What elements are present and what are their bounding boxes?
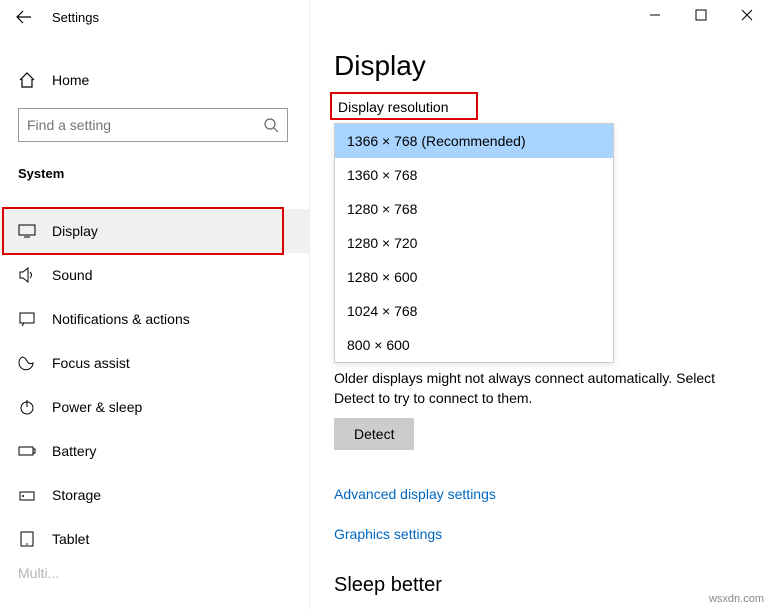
close-icon xyxy=(741,9,753,21)
sidebar-item-label: Sound xyxy=(52,267,92,283)
resolution-option[interactable]: 1366 × 768 (Recommended) xyxy=(335,124,613,158)
sidebar-item-storage[interactable]: Storage xyxy=(0,473,310,517)
sidebar-item-truncated: Multi... xyxy=(0,561,310,585)
sidebar-item-label: Focus assist xyxy=(52,355,130,371)
group-header-system: System xyxy=(0,160,310,191)
search-field[interactable] xyxy=(27,117,263,133)
sidebar-item-focus-assist[interactable]: Focus assist xyxy=(0,341,310,385)
sidebar-item-power-sleep[interactable]: Power & sleep xyxy=(0,385,310,429)
resolution-option[interactable]: 800 × 600 xyxy=(335,328,613,362)
notifications-icon xyxy=(18,310,36,328)
window-title: Settings xyxy=(48,10,99,25)
home-icon xyxy=(18,71,36,89)
sleep-better-heading: Sleep better xyxy=(334,574,746,597)
sidebar-item-notifications[interactable]: Notifications & actions xyxy=(0,297,310,341)
sidebar-item-label: Notifications & actions xyxy=(52,311,190,327)
battery-icon xyxy=(18,442,36,460)
minimize-icon xyxy=(649,9,661,21)
home-button[interactable]: Home xyxy=(0,60,310,100)
main-content: Display Display resolution 1366 × 768 (R… xyxy=(310,34,770,609)
page-title: Display xyxy=(334,50,746,82)
sidebar-item-label: Tablet xyxy=(52,531,89,547)
resolution-label: Display resolution xyxy=(334,96,453,118)
minimize-button[interactable] xyxy=(632,0,678,30)
tablet-icon xyxy=(18,530,36,548)
sidebar-item-tablet[interactable]: Tablet xyxy=(0,517,310,561)
resolution-dropdown[interactable]: 1366 × 768 (Recommended) 1360 × 768 1280… xyxy=(334,123,614,363)
search-input[interactable] xyxy=(18,108,288,142)
graphics-settings-link[interactable]: Graphics settings xyxy=(334,526,442,542)
sidebar-item-display[interactable]: Display xyxy=(0,209,310,253)
back-button[interactable] xyxy=(0,0,48,34)
close-button[interactable] xyxy=(724,0,770,30)
sound-icon xyxy=(18,266,36,284)
power-icon xyxy=(18,398,36,416)
maximize-button[interactable] xyxy=(678,0,724,30)
resolution-option[interactable]: 1280 × 600 xyxy=(335,260,613,294)
arrow-left-icon xyxy=(16,9,32,25)
resolution-option[interactable]: 1280 × 720 xyxy=(335,226,613,260)
maximize-icon xyxy=(695,9,707,21)
resolution-option[interactable]: 1024 × 768 xyxy=(335,294,613,328)
watermark: wsxdn.com xyxy=(709,593,764,605)
search-icon xyxy=(263,117,279,133)
focus-assist-icon xyxy=(18,354,36,372)
resolution-option[interactable]: 1360 × 768 xyxy=(335,158,613,192)
storage-icon xyxy=(18,486,36,504)
sidebar-item-sound[interactable]: Sound xyxy=(0,253,310,297)
sidebar-item-label: Display xyxy=(52,223,98,239)
sidebar-item-label: Power & sleep xyxy=(52,399,142,415)
display-icon xyxy=(18,222,36,240)
sidebar-item-label: Storage xyxy=(52,487,101,503)
window-controls xyxy=(632,0,770,30)
resolution-option[interactable]: 1280 × 768 xyxy=(335,192,613,226)
detect-button[interactable]: Detect xyxy=(334,418,414,450)
sidebar-item-battery[interactable]: Battery xyxy=(0,429,310,473)
advanced-display-link[interactable]: Advanced display settings xyxy=(334,486,496,502)
detect-description: Older displays might not always connect … xyxy=(334,369,734,408)
sidebar-item-label: Battery xyxy=(52,443,96,459)
sidebar: Home System Display Sound Notifications … xyxy=(0,34,310,609)
home-label: Home xyxy=(52,72,89,88)
